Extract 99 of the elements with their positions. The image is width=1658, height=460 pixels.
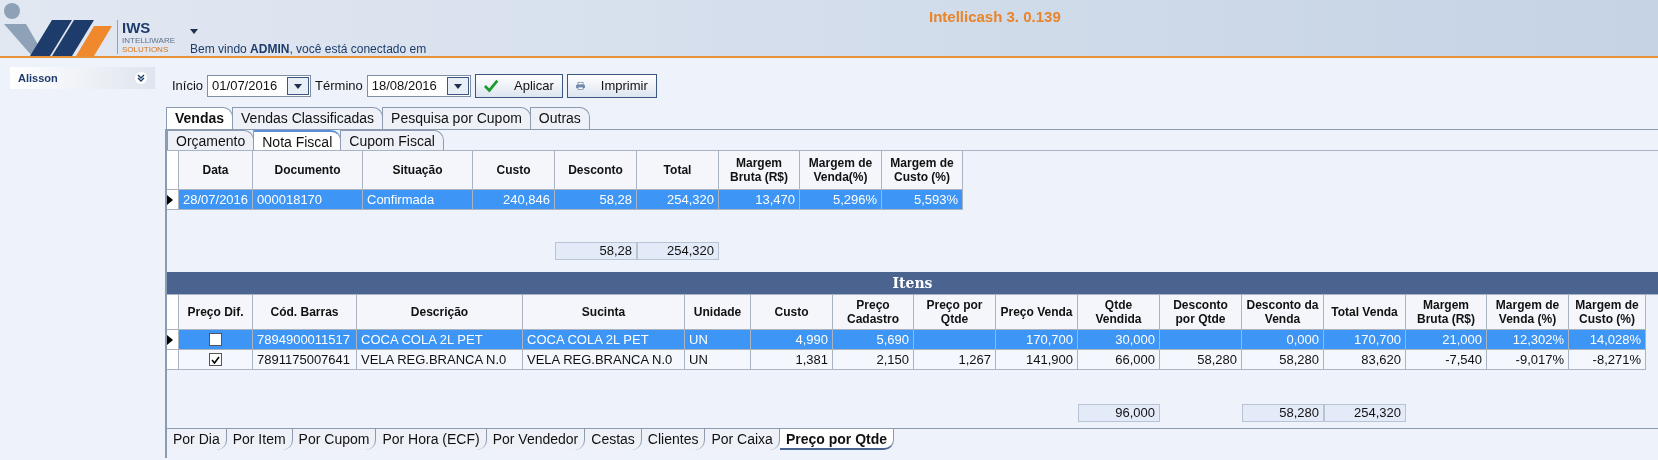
- logo-tagline: INTELLIWARE: [122, 36, 176, 45]
- user-dropdown[interactable]: Alisson: [10, 67, 155, 89]
- column-header: Unidade: [685, 295, 751, 330]
- table-cell: 5,690: [833, 330, 914, 350]
- column-header: Preço por Qtde: [914, 295, 996, 330]
- table-cell: -7,540: [1406, 350, 1487, 370]
- table-cell: 000018170: [253, 190, 363, 210]
- column-header: Margem de Venda(%): [800, 151, 882, 190]
- column-header: Total: [637, 151, 719, 190]
- table-cell: 254,320: [637, 190, 719, 210]
- logo-tagline: SOLUTIONS: [122, 45, 170, 54]
- welcome-text: Bem vindo ADMIN, você está conectado em: [190, 41, 427, 58]
- app-title: Intellicash 3. 0.139: [929, 7, 1061, 27]
- chevrons-down-icon: [135, 72, 147, 84]
- table-cell: 1,267: [914, 350, 996, 370]
- caret-icon: [190, 29, 199, 34]
- table-cell: 240,846: [473, 190, 555, 210]
- total-cell: 254,320: [637, 242, 719, 260]
- table-cell: COCA COLA 2L PET: [357, 330, 523, 350]
- column-header: Desconto: [555, 151, 637, 190]
- total-cell: 58,28: [555, 242, 637, 260]
- tab[interactable]: Vendas: [166, 107, 234, 129]
- tab[interactable]: Preço por Qtde: [779, 429, 895, 450]
- table-cell: 13,470: [719, 190, 800, 210]
- table-cell: VELA REG.BRANCA N.0: [357, 350, 523, 370]
- caret-icon: [294, 83, 303, 89]
- current-row-icon: [167, 334, 173, 345]
- table-cell: 58,280: [1242, 350, 1324, 370]
- table-cell: UN: [685, 350, 751, 370]
- table-cell: 1,381: [751, 350, 833, 370]
- print-button[interactable]: Imprimir: [566, 74, 657, 98]
- check-icon: [211, 355, 220, 364]
- column-header: Margem de Custo (%): [1569, 295, 1646, 330]
- table-cell: -8,271%: [1569, 350, 1646, 370]
- column-header: Custo: [751, 295, 833, 330]
- table-cell: COCA COLA 2L PET: [523, 330, 685, 350]
- table-cell: 141,900: [996, 350, 1078, 370]
- table-cell: 7891175007641: [253, 350, 357, 370]
- tab[interactable]: Nota Fiscal: [253, 130, 342, 150]
- table-cell: 5,296%: [800, 190, 882, 210]
- column-header: Margem de Venda (%): [1487, 295, 1569, 330]
- end-label: Término: [315, 77, 363, 96]
- table-cell: UN: [685, 330, 751, 350]
- column-header: Custo: [473, 151, 555, 190]
- table-cell: 14,028%: [1569, 330, 1646, 350]
- start-label: Início: [172, 77, 204, 96]
- column-header: Margem de Custo (%): [882, 151, 963, 190]
- table-cell: 0,000: [1242, 330, 1324, 350]
- table-cell: 28/07/2016: [179, 190, 253, 210]
- date-field[interactable]: 01/07/2016: [207, 75, 312, 97]
- tab[interactable]: Outras: [529, 107, 590, 129]
- checkmark-icon: [483, 79, 498, 93]
- table-cell: 12,302%: [1487, 330, 1569, 350]
- table-cell: Confirmada: [363, 190, 473, 210]
- dropdown-button[interactable]: [287, 77, 310, 95]
- column-header: Documento: [253, 151, 363, 190]
- total-cell: 254,320: [1324, 404, 1406, 422]
- date-field[interactable]: 18/08/2016: [366, 75, 471, 97]
- table-cell: -9,017%: [1487, 350, 1569, 370]
- table-cell: 170,700: [1324, 330, 1406, 350]
- column-header: Descrição: [357, 295, 523, 330]
- current-row-icon: [167, 194, 173, 205]
- column-header: Preço Cadastro: [833, 295, 914, 330]
- checkbox[interactable]: [209, 333, 222, 346]
- dropdown-button[interactable]: [446, 77, 469, 95]
- column-header: Cód. Barras: [253, 295, 357, 330]
- table-cell: 83,620: [1324, 350, 1406, 370]
- column-header: Margem Bruta (R$): [1406, 295, 1487, 330]
- table-cell: 5,593%: [882, 190, 963, 210]
- table-cell: 21,000: [1406, 330, 1487, 350]
- tab[interactable]: Orçamento: [167, 130, 255, 150]
- column-header: Qtde Vendida: [1078, 295, 1160, 330]
- column-header: Desconto por Qtde: [1160, 295, 1242, 330]
- column-header: Data: [179, 151, 253, 190]
- tab[interactable]: Cupom Fiscal: [340, 130, 444, 150]
- logo-name: IWS: [122, 20, 152, 36]
- table-cell: 7894900011517: [253, 330, 357, 350]
- table-cell: 58,280: [1160, 350, 1242, 370]
- tab[interactable]: Pesquisa por Cupom: [382, 107, 531, 129]
- table-cell: 2,150: [833, 350, 914, 370]
- table-cell: 66,000: [1078, 350, 1160, 370]
- column-header: Preço Dif.: [179, 295, 253, 330]
- table-cell: 170,700: [996, 330, 1078, 350]
- column-header: Total Venda: [1324, 295, 1406, 330]
- table-cell: VELA REG.BRANCA N.0: [523, 350, 685, 370]
- table-cell: 4,990: [751, 330, 833, 350]
- table-cell: 30,000: [1078, 330, 1160, 350]
- table-cell: 58,28: [555, 190, 637, 210]
- total-cell: 58,280: [1242, 404, 1324, 422]
- checkbox[interactable]: [209, 353, 222, 366]
- column-header: Sucinta: [523, 295, 685, 330]
- section-header: Itens: [167, 272, 1658, 294]
- apply-button[interactable]: Aplicar: [474, 74, 563, 98]
- column-header: Desconto da Venda: [1242, 295, 1324, 330]
- total-cell: 96,000: [1078, 404, 1160, 422]
- column-header: Situação: [363, 151, 473, 190]
- caret-icon: [453, 83, 462, 89]
- column-header: Preço Venda: [996, 295, 1078, 330]
- column-header: Margem Bruta (R$): [719, 151, 800, 190]
